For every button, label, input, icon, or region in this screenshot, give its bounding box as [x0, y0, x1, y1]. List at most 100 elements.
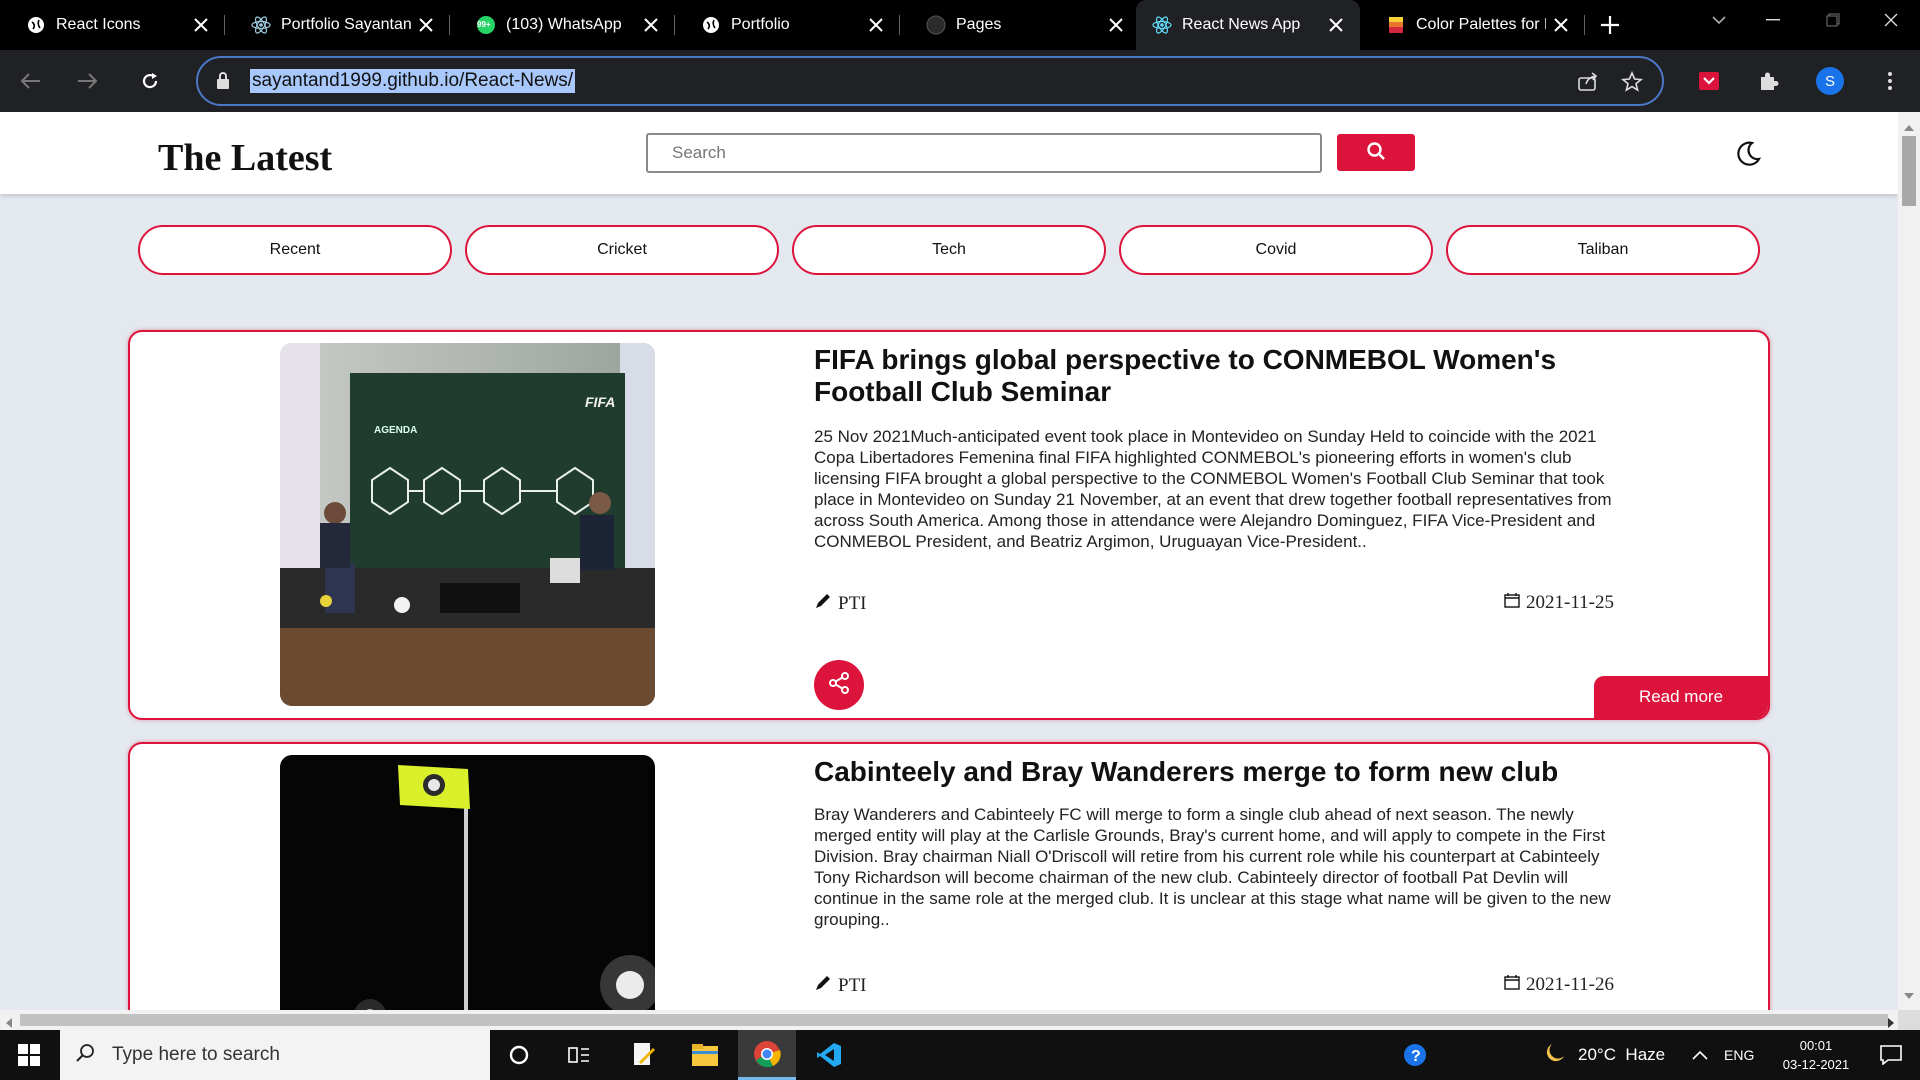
lock-icon[interactable]	[216, 72, 230, 95]
tab-react-news-app[interactable]: React News App	[1136, 0, 1360, 50]
close-tab-icon[interactable]	[416, 15, 436, 35]
close-tab-icon[interactable]	[1551, 15, 1571, 35]
reload-icon[interactable]	[132, 63, 168, 99]
close-tab-icon[interactable]	[641, 15, 661, 35]
svg-text:?: ?	[1411, 1048, 1421, 1065]
new-tab-plus-icon[interactable]	[1598, 13, 1622, 37]
notification-icon[interactable]	[1862, 1030, 1920, 1080]
clock[interactable]: 00:01 03-12-2021	[1774, 1036, 1858, 1074]
clock-date: 03-12-2021	[1782, 1057, 1850, 1072]
tab-pages[interactable]: Pages	[900, 0, 1140, 50]
article-source: PTI	[814, 592, 867, 616]
profile-avatar[interactable]: S	[1816, 67, 1844, 95]
palette-icon	[1386, 15, 1406, 35]
article-date-label: 2021-11-25	[1526, 592, 1614, 613]
task-view-icon[interactable]	[550, 1030, 608, 1080]
tab-separator	[1584, 15, 1585, 35]
forward-arrow-icon[interactable]	[70, 63, 106, 99]
extensions-puzzle-icon[interactable]	[1752, 64, 1786, 98]
restore-icon[interactable]	[1810, 0, 1856, 40]
scrollbar-corner	[1898, 1010, 1920, 1030]
address-bar[interactable]: sayantand1999.github.io/React-News/	[196, 56, 1664, 106]
article-date: 2021-11-26	[1504, 974, 1614, 996]
close-tab-icon[interactable]	[866, 15, 886, 35]
horizontal-scroll-thumb[interactable]	[20, 1014, 1888, 1026]
scroll-down-arrow-icon[interactable]	[1904, 986, 1914, 1004]
tab-portfolio[interactable]: Portfolio	[675, 0, 900, 50]
github-icon	[926, 15, 946, 35]
read-more-button[interactable]: Read more	[1594, 676, 1768, 718]
brand-title[interactable]: The Latest	[158, 136, 332, 180]
browser-tab-strip: React Icons Portfolio Sayantan D 99+ (10…	[0, 0, 1920, 50]
dark-mode-moon-icon[interactable]	[1732, 138, 1764, 170]
tab-whatsapp[interactable]: 99+ (103) WhatsApp	[450, 0, 675, 50]
globe-icon	[26, 15, 46, 35]
close-tab-icon[interactable]	[1106, 15, 1126, 35]
tab-portfolio-sayantan[interactable]: Portfolio Sayantan D	[225, 0, 450, 50]
tab-react-icons[interactable]: React Icons	[0, 0, 225, 50]
whatsapp-unread-badge: 99+	[477, 20, 491, 29]
category-cricket[interactable]: Cricket	[465, 225, 779, 275]
tab-color-palettes[interactable]: Color Palettes for D	[1360, 0, 1585, 50]
article-date: 2021-11-25	[1504, 592, 1614, 614]
image-fifa-banner-text: FIFA	[585, 394, 615, 410]
calendar-icon	[1504, 592, 1520, 614]
browser-toolbar: sayantand1999.github.io/React-News/ S	[0, 50, 1920, 112]
share-button[interactable]	[814, 660, 864, 710]
article-source: PTI	[814, 974, 867, 998]
windows-taskbar: Type here to search ? 20°C Haze ENG 00:0…	[0, 1030, 1920, 1080]
search-icon	[76, 1043, 96, 1068]
chrome-taskbar-icon[interactable]	[738, 1030, 796, 1080]
more-menu-icon[interactable]	[1873, 64, 1907, 98]
calendar-icon	[1504, 974, 1520, 996]
horizontal-scrollbar[interactable]	[0, 1010, 1898, 1030]
vscode-icon[interactable]	[800, 1030, 858, 1080]
tab-search-chevron-icon[interactable]	[1696, 0, 1742, 40]
article-image[interactable]: AGENDA FIFA	[280, 343, 655, 706]
article-source-label: PTI	[838, 593, 867, 614]
page-viewport: The Latest Recent Cricket Tech Covid Tal…	[0, 112, 1898, 1010]
react-icon	[1152, 15, 1172, 35]
pen-icon	[814, 974, 832, 998]
weather-text: 20°C Haze	[1578, 1045, 1666, 1064]
bookmark-star-icon[interactable]	[1618, 68, 1646, 96]
whatsapp-icon: 99+	[476, 15, 496, 35]
share-icon	[827, 671, 851, 700]
help-icon[interactable]: ?	[1386, 1030, 1444, 1080]
vertical-scrollbar[interactable]	[1898, 112, 1920, 1010]
windows-start-icon[interactable]	[0, 1030, 58, 1080]
cortana-icon[interactable]	[490, 1030, 548, 1080]
search-input[interactable]	[646, 133, 1322, 173]
tray-chevron-up-icon[interactable]	[1692, 1030, 1708, 1080]
minimize-icon[interactable]	[1750, 0, 1796, 40]
search-button[interactable]	[1337, 134, 1415, 171]
file-editor-app-icon[interactable]	[614, 1030, 672, 1080]
close-tab-icon[interactable]	[191, 15, 211, 35]
weather-widget[interactable]: 20°C Haze	[1542, 1030, 1665, 1080]
window-close-icon[interactable]	[1868, 0, 1914, 40]
scroll-up-arrow-icon[interactable]	[1904, 118, 1914, 136]
url-text[interactable]: sayantand1999.github.io/React-News/	[250, 69, 576, 93]
app-header: The Latest	[0, 112, 1898, 194]
category-covid[interactable]: Covid	[1119, 225, 1433, 275]
taskbar-search-box[interactable]: Type here to search	[60, 1030, 490, 1080]
category-tech[interactable]: Tech	[792, 225, 1106, 275]
taskbar-search-placeholder: Type here to search	[112, 1044, 280, 1065]
article-description: Bray Wanderers and Cabinteely FC will me…	[814, 805, 1611, 929]
file-explorer-icon[interactable]	[676, 1030, 734, 1080]
news-card: Cabinteely and Bray Wanderers merge to f…	[128, 742, 1770, 1010]
back-arrow-icon[interactable]	[12, 63, 48, 99]
vertical-scroll-thumb[interactable]	[1902, 136, 1916, 206]
article-image[interactable]	[280, 755, 655, 1010]
extension-pocket-icon[interactable]	[1692, 64, 1726, 98]
close-tab-icon[interactable]	[1326, 15, 1346, 35]
share-page-icon[interactable]	[1574, 68, 1602, 96]
image-agenda-text: AGENDA	[374, 425, 417, 436]
article-title[interactable]: Cabinteely and Bray Wanderers merge to f…	[814, 756, 1614, 788]
category-recent[interactable]: Recent	[138, 225, 452, 275]
article-title[interactable]: FIFA brings global perspective to CONMEB…	[814, 344, 1614, 408]
clock-time: 00:01	[1799, 1038, 1833, 1053]
category-taliban[interactable]: Taliban	[1446, 225, 1760, 275]
news-card: AGENDA FIFA FIFA brings global perspecti…	[128, 330, 1770, 720]
input-language[interactable]: ENG	[1724, 1030, 1754, 1080]
